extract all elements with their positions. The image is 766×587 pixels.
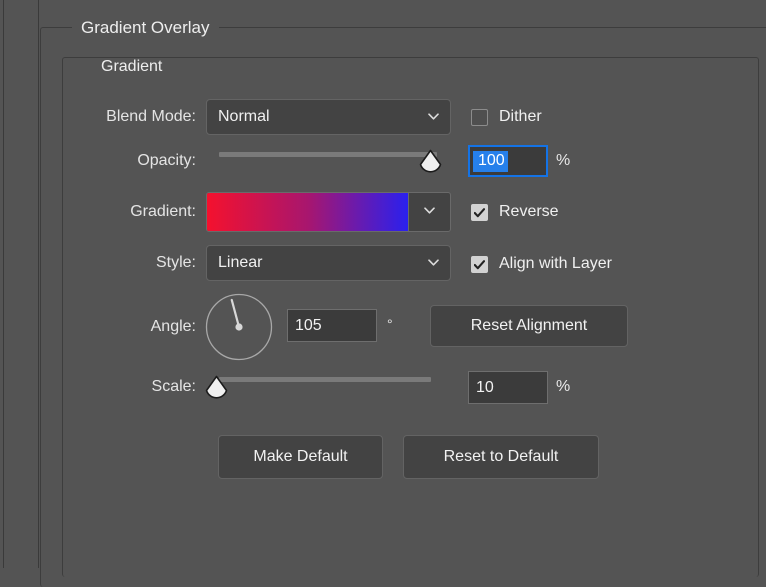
opacity-slider-track[interactable] — [219, 152, 437, 157]
make-default-label: Make Default — [253, 448, 348, 465]
angle-dial[interactable] — [205, 293, 273, 361]
dither-label: Dither — [499, 108, 542, 125]
style-label: Style: — [155, 254, 196, 271]
style-select[interactable]: Linear — [206, 245, 451, 281]
reverse-label: Reverse — [499, 203, 559, 220]
scale-input[interactable]: 10 — [468, 371, 548, 404]
opacity-unit: % — [556, 152, 571, 169]
window-edge-divider-outer — [3, 0, 4, 568]
gradient-group-title: Gradient — [92, 58, 172, 75]
opacity-input[interactable]: 100 — [468, 145, 548, 177]
opacity-label-container: Opacity: — [60, 148, 196, 174]
dither-checkbox[interactable] — [471, 108, 488, 126]
reverse-checkbox-row[interactable]: Reverse — [471, 203, 559, 221]
blend-mode-label: Blend Mode: — [106, 108, 196, 125]
style-value: Linear — [218, 254, 263, 271]
gradient-picker[interactable] — [206, 192, 451, 232]
scale-label-container: Scale: — [60, 374, 196, 400]
angle-unit: ° — [387, 316, 393, 332]
align-with-layer-label: Align with Layer — [499, 255, 612, 272]
chevron-down-icon — [424, 203, 435, 221]
scale-unit: % — [556, 378, 571, 395]
window-edge-divider-inner — [38, 0, 39, 568]
chevron-down-icon — [428, 257, 439, 268]
angle-input[interactable]: 105 — [287, 309, 377, 342]
angle-label: Angle: — [150, 318, 196, 335]
make-default-button[interactable]: Make Default — [218, 435, 383, 479]
align-with-layer-checkbox-row[interactable]: Align with Layer — [471, 255, 612, 273]
reset-to-default-button[interactable]: Reset to Default — [403, 435, 599, 479]
style-label-container: Style: — [60, 250, 196, 276]
gradient-swatch[interactable] — [207, 193, 409, 231]
reverse-checkbox[interactable] — [471, 203, 488, 221]
align-with-layer-checkbox[interactable] — [471, 255, 488, 273]
angle-label-container: Angle: — [60, 314, 196, 340]
gradient-label-container: Gradient: — [60, 199, 196, 225]
opacity-label: Opacity: — [137, 152, 196, 169]
chevron-down-icon — [428, 111, 439, 122]
blend-mode-label-container: Blend Mode: — [60, 104, 196, 130]
reset-to-default-label: Reset to Default — [443, 448, 559, 465]
angle-value: 105 — [295, 316, 322, 334]
scale-slider-track[interactable] — [219, 377, 431, 382]
reset-alignment-button[interactable]: Reset Alignment — [430, 305, 628, 347]
blend-mode-select[interactable]: Normal — [206, 99, 451, 135]
dither-checkbox-row[interactable]: Dither — [471, 108, 542, 126]
opacity-value: 100 — [473, 150, 508, 172]
gradient-label: Gradient: — [130, 203, 196, 220]
reset-alignment-label: Reset Alignment — [470, 317, 588, 334]
scale-value: 10 — [476, 378, 494, 396]
gradient-overlay-group-title: Gradient Overlay — [72, 19, 219, 36]
blend-mode-value: Normal — [218, 108, 270, 125]
gradient-dropdown-arrow[interactable] — [409, 193, 450, 231]
scale-label: Scale: — [151, 378, 196, 395]
